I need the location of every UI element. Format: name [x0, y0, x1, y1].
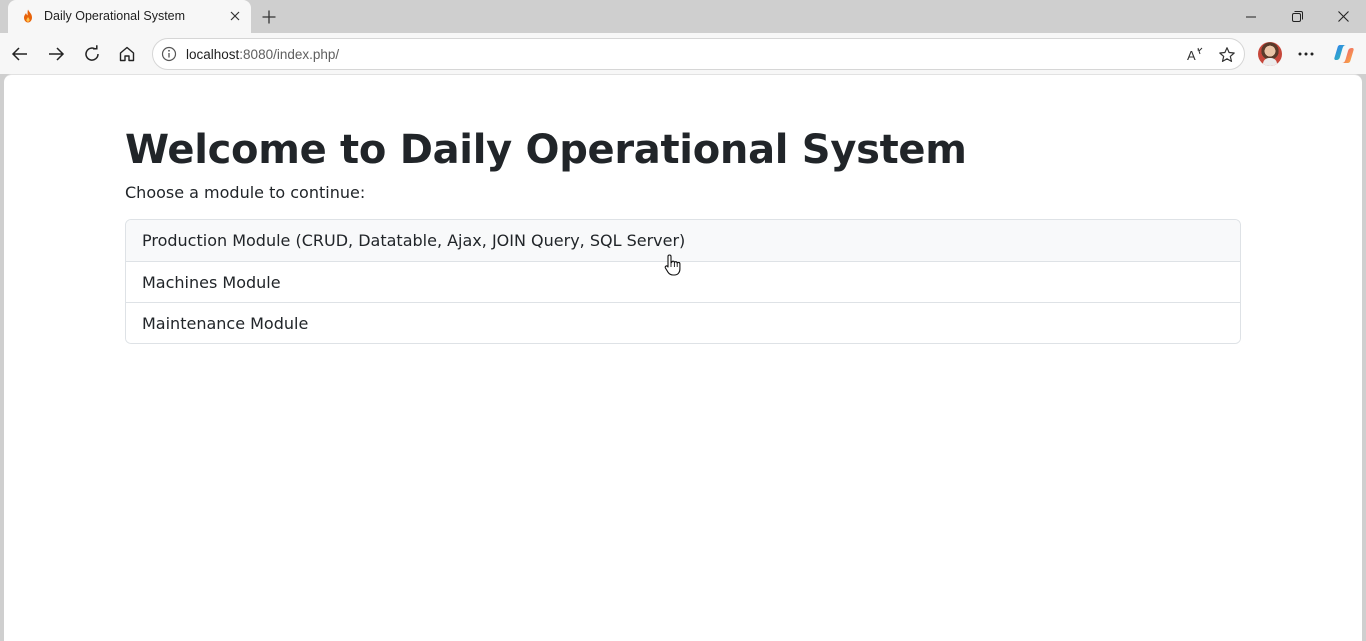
browser-toolbar: localhost:8080/index.php/ A — [0, 33, 1366, 74]
profile-avatar[interactable] — [1258, 42, 1282, 66]
page-title: Welcome to Daily Operational System — [125, 127, 967, 173]
arrow-right-icon[interactable] — [42, 40, 70, 68]
star-icon[interactable] — [1217, 45, 1237, 65]
info-icon[interactable] — [161, 46, 177, 62]
home-icon[interactable] — [113, 40, 141, 68]
window-close-icon[interactable] — [1320, 0, 1366, 33]
page-subtext: Choose a module to continue: — [125, 183, 366, 202]
tab-title: Daily Operational System — [44, 9, 186, 23]
url-path: :8080/index.php/ — [239, 47, 340, 62]
module-link-maintenance[interactable]: Maintenance Module — [126, 302, 1240, 343]
url-host: localhost — [186, 47, 240, 62]
arrow-left-icon[interactable] — [6, 40, 34, 68]
address-bar[interactable]: localhost:8080/index.php/ A — [152, 38, 1245, 70]
tab-strip: Daily Operational System — [0, 0, 1366, 33]
reload-icon[interactable] — [78, 40, 106, 68]
url-text[interactable]: localhost:8080/index.php/ — [186, 47, 339, 62]
module-link-machines[interactable]: Machines Module — [126, 261, 1240, 302]
page-viewport: Welcome to Daily Operational System Choo… — [4, 74, 1362, 641]
module-list: Production Module (CRUD, Datatable, Ajax… — [125, 219, 1241, 344]
hand-cursor-icon — [664, 253, 682, 277]
restore-icon[interactable] — [1274, 0, 1320, 33]
close-icon[interactable] — [225, 6, 245, 26]
minimize-icon[interactable] — [1228, 0, 1274, 33]
read-aloud-icon[interactable]: A — [1185, 45, 1205, 65]
more-horizontal-icon[interactable] — [1292, 40, 1320, 68]
browser-tab[interactable]: Daily Operational System — [8, 0, 251, 33]
copilot-icon[interactable] — [1330, 40, 1358, 68]
flame-icon — [20, 8, 36, 24]
module-link-production[interactable]: Production Module (CRUD, Datatable, Ajax… — [126, 220, 1240, 261]
plus-icon[interactable] — [258, 6, 280, 28]
svg-text:A: A — [1187, 48, 1196, 63]
